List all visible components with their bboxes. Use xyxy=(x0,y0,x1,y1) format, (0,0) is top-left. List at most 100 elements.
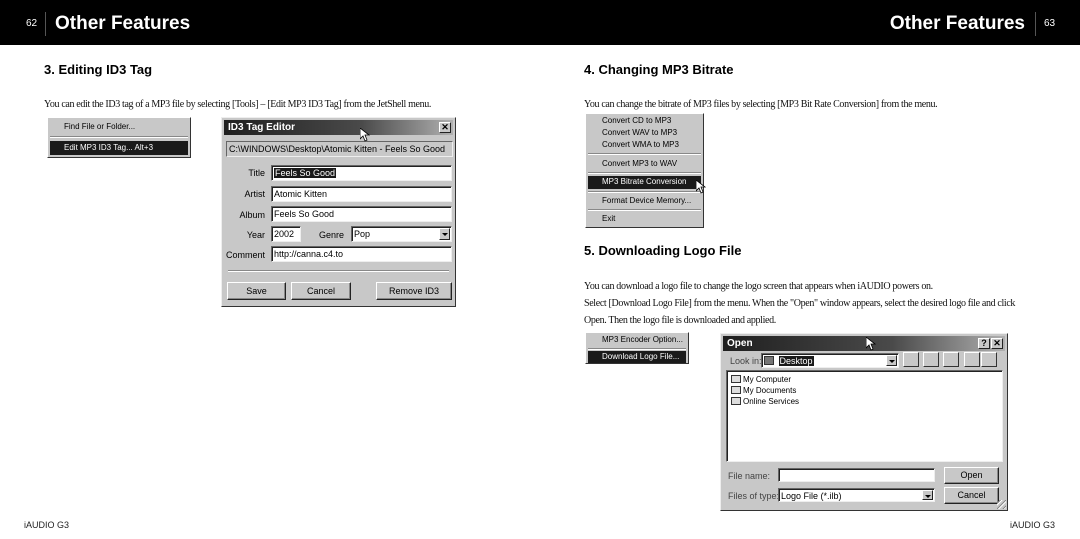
resize-grip-icon[interactable] xyxy=(997,500,1006,509)
genre-label: Genre xyxy=(319,230,345,240)
menu-separator xyxy=(588,348,686,350)
section-5-body-line-2: Select [Download Logo File] from the men… xyxy=(584,298,1016,309)
folder-icon xyxy=(731,386,741,394)
desktop-icon xyxy=(764,356,774,365)
chevron-down-icon[interactable] xyxy=(922,490,933,500)
files-of-type-value: Logo File (*.ilb) xyxy=(781,491,842,501)
section-3-body: You can edit the ID3 tag of a MP3 file b… xyxy=(44,99,432,110)
year-input[interactable]: 2002 xyxy=(271,226,301,242)
chevron-down-icon[interactable] xyxy=(439,228,450,240)
header-divider-right xyxy=(1035,12,1036,36)
section-5-body-line-1: You can download a logo file to change t… xyxy=(584,281,933,292)
close-icon[interactable]: ✕ xyxy=(991,338,1003,349)
year-label: Year xyxy=(246,230,265,240)
list-item-online-services[interactable]: Online Services xyxy=(731,396,799,407)
look-in-value: Desktop xyxy=(778,356,814,366)
file-name-input[interactable] xyxy=(778,468,935,482)
file-path-display: C:\WINDOWS\Desktop\Atomic Kitten - Feels… xyxy=(226,141,453,157)
section-4-title: 4. Changing MP3 Bitrate xyxy=(584,62,734,77)
menu-item-label: MP3 Encoder Option... xyxy=(602,335,683,344)
artist-input[interactable]: Atomic Kitten xyxy=(271,186,452,202)
footer-right-model: iAUDIO G3 xyxy=(1010,520,1056,530)
menu-item-label: Exit xyxy=(602,214,616,223)
cancel-button[interactable]: Cancel xyxy=(291,282,351,300)
comment-label: Comment xyxy=(225,250,265,260)
menu-item-convert-wav-to-mp3[interactable]: Convert WAV to MP3 xyxy=(588,127,701,139)
menu-item-mp3-encoder-option[interactable]: MP3 Encoder Option... xyxy=(588,334,686,346)
menu-item-exit[interactable]: Exit xyxy=(588,213,701,225)
header-divider-left xyxy=(45,12,46,36)
file-name-label: File name: xyxy=(728,471,771,481)
look-in-label: Look in: xyxy=(730,356,762,366)
menu-separator xyxy=(588,209,701,211)
title-label: Title xyxy=(248,168,265,178)
menu-item-mp3-bitrate-conversion[interactable]: MP3 Bitrate Conversion xyxy=(588,176,701,189)
computer-icon xyxy=(731,375,741,383)
cancel-button[interactable]: Cancel xyxy=(944,487,999,504)
menu-item-label: Convert WAV to MP3 xyxy=(602,128,678,137)
look-in-select[interactable]: Desktop xyxy=(761,353,899,368)
menu-item-label: Convert MP3 to WAV xyxy=(602,159,678,168)
menu-item-download-logo-file[interactable]: Download Logo File... xyxy=(588,351,686,363)
menu-item-format-device-memory[interactable]: Format Device Memory... xyxy=(588,195,701,207)
dialog-title: ID3 Tag Editor xyxy=(228,122,296,133)
title-input[interactable]: Feels So Good xyxy=(271,165,452,181)
menu-item-edit-id3-tag[interactable]: Edit MP3 ID3 Tag... Alt+3 xyxy=(50,141,188,155)
menu-item-label: Find File or Folder... xyxy=(64,122,136,131)
files-of-type-select[interactable]: Logo File (*.ilb) xyxy=(778,488,935,502)
menu-item-convert-cd-to-mp3[interactable]: Convert CD to MP3 xyxy=(588,115,701,127)
menu-item-label: Edit MP3 ID3 Tag... Alt+3 xyxy=(64,143,154,152)
right-page-number: 63 xyxy=(1044,18,1056,29)
footer-left-model: iAUDIO G3 xyxy=(24,520,70,530)
file-list[interactable]: My Computer My Documents Online Services xyxy=(726,370,1003,462)
right-page-title: Other Features xyxy=(889,13,1025,34)
chevron-down-icon[interactable] xyxy=(886,355,897,366)
up-folder-icon[interactable] xyxy=(903,352,919,367)
save-button[interactable]: Save xyxy=(227,282,286,300)
menu-separator xyxy=(588,172,701,174)
page-header: 62 Other Features Other Features 63 xyxy=(0,0,1080,45)
list-item-my-computer[interactable]: My Computer xyxy=(731,374,791,385)
menu-item-convert-wma-to-mp3[interactable]: Convert WMA to MP3 xyxy=(588,139,701,151)
section-5-title: 5. Downloading Logo File xyxy=(584,243,742,258)
menu-item-convert-mp3-to-wav[interactable]: Convert MP3 to WAV xyxy=(588,158,701,170)
list-item-label: My Documents xyxy=(743,386,797,395)
files-of-type-label: Files of type: xyxy=(728,491,780,501)
menu-item-label: Format Device Memory... xyxy=(602,196,692,205)
genre-select[interactable]: Pop xyxy=(351,226,452,242)
album-label: Album xyxy=(239,210,265,220)
close-icon[interactable]: ✕ xyxy=(439,122,451,133)
section-5-body-line-3: Open. Then the logo file is downloaded a… xyxy=(584,315,776,326)
open-button[interactable]: Open xyxy=(944,467,999,484)
menu-item-find-file[interactable]: Find File or Folder... xyxy=(50,121,188,133)
section-4-body: You can change the bitrate of MP3 files … xyxy=(584,99,938,110)
dialog-divider xyxy=(228,270,449,272)
jetshell-menu: Convert CD to MP3 Convert WAV to MP3 Con… xyxy=(585,113,706,228)
details-view-icon[interactable] xyxy=(981,352,997,367)
menu-separator xyxy=(50,136,188,138)
menu-separator xyxy=(588,153,701,155)
dialog-titlebar: ID3 Tag Editor ✕ xyxy=(224,120,453,135)
new-folder-icon[interactable] xyxy=(943,352,959,367)
menu-separator xyxy=(588,191,701,193)
open-file-dialog: Open ? ✕ Look in: Desktop My Computer My… xyxy=(720,333,1008,511)
tools-menu-logo: MP3 Encoder Option... Download Logo File… xyxy=(585,332,689,364)
title-value: Feels So Good xyxy=(274,168,337,178)
dialog-title: Open xyxy=(727,338,753,349)
desktop-shortcut-icon[interactable] xyxy=(923,352,939,367)
list-item-my-documents[interactable]: My Documents xyxy=(731,385,796,396)
tools-menu: Find File or Folder... Edit MP3 ID3 Tag.… xyxy=(47,117,191,158)
album-input[interactable]: Feels So Good xyxy=(271,206,452,222)
list-view-icon[interactable] xyxy=(964,352,980,367)
list-item-label: Online Services xyxy=(743,397,800,406)
remove-id3-button[interactable]: Remove ID3 xyxy=(376,282,452,300)
menu-item-label: Convert CD to MP3 xyxy=(602,116,672,125)
list-item-label: My Computer xyxy=(743,375,792,384)
menu-item-label: Convert WMA to MP3 xyxy=(602,140,679,149)
genre-value: Pop xyxy=(354,229,371,239)
comment-input[interactable]: http://canna.c4.to xyxy=(271,246,452,262)
help-icon[interactable]: ? xyxy=(978,338,990,349)
left-page-title: Other Features xyxy=(55,13,191,34)
section-3-title: 3. Editing ID3 Tag xyxy=(44,62,153,77)
folder-icon xyxy=(731,397,741,405)
